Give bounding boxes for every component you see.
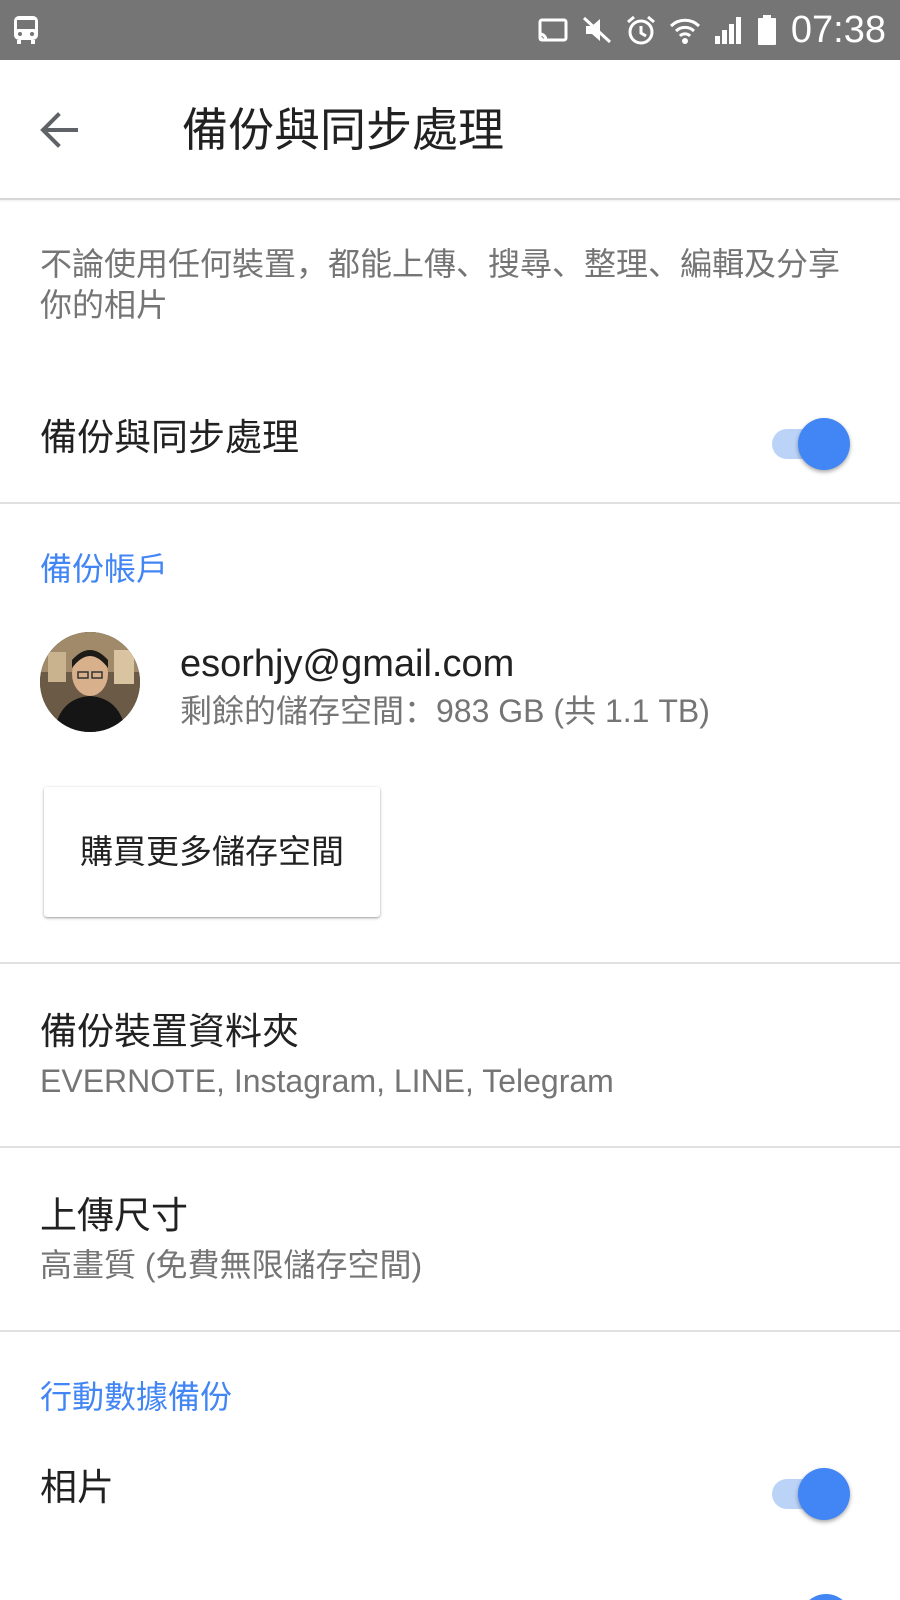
toggle-thumb (798, 1468, 850, 1520)
page-title: 備份與同步處理 (182, 104, 504, 156)
arrow-back-icon[interactable] (34, 104, 86, 156)
backup-sync-row[interactable]: 備份與同步處理 (0, 388, 900, 488)
buy-storage-button[interactable]: 購買更多儲存空間 (44, 787, 380, 917)
device-folders-subtitle: EVERNOTE, Instagram, LINE, Telegram (40, 1063, 614, 1099)
backup-sync-label: 備份與同步處理 (40, 417, 299, 458)
bus-icon (12, 14, 40, 46)
cast-icon (536, 14, 570, 46)
upload-size-item[interactable]: 上傳尺寸 高畫質 (免費無限儲存空間) (0, 1148, 900, 1332)
divider (0, 502, 900, 504)
account-row: esorhjy@gmail.com 剩餘的儲存空間：983 GB (共 1.1 … (0, 628, 900, 738)
account-email: esorhjy@gmail.com (180, 643, 515, 685)
device-folders-item[interactable]: 備份裝置資料夾 EVERNOTE, Instagram, LINE, Teleg… (0, 964, 900, 1148)
videos-toggle[interactable] (800, 1594, 852, 1600)
upload-size-title: 上傳尺寸 (40, 1195, 188, 1236)
avatar (40, 632, 140, 732)
status-time: 07:38 (790, 9, 886, 51)
mute-icon (580, 14, 614, 46)
battery-icon (756, 14, 778, 46)
alarm-icon (624, 14, 658, 46)
page-description: 不論使用任何裝置，都能上傳、搜尋、整理、編輯及分享你的相片 (40, 246, 841, 323)
backup-account-header: 備份帳戶 (40, 551, 169, 587)
divider (0, 1330, 900, 1332)
device-folders-title: 備份裝置資料夾 (40, 1011, 299, 1052)
status-bar: 07:38 (0, 0, 900, 60)
photos-toggle[interactable] (768, 1468, 852, 1520)
toggle-thumb (798, 418, 850, 470)
photos-label: 相片 (40, 1467, 114, 1508)
app-bar: 備份與同步處理 (0, 60, 900, 200)
signal-icon (712, 14, 746, 46)
photos-row[interactable]: 相片 (0, 1438, 900, 1538)
backup-sync-toggle[interactable] (768, 418, 852, 470)
upload-size-subtitle: 高畫質 (免費無限儲存空間) (40, 1247, 423, 1283)
mobile-data-header: 行動數據備份 (40, 1379, 233, 1415)
storage-remaining: 剩餘的儲存空間：983 GB (共 1.1 TB) (180, 693, 710, 729)
wifi-icon (668, 14, 702, 46)
